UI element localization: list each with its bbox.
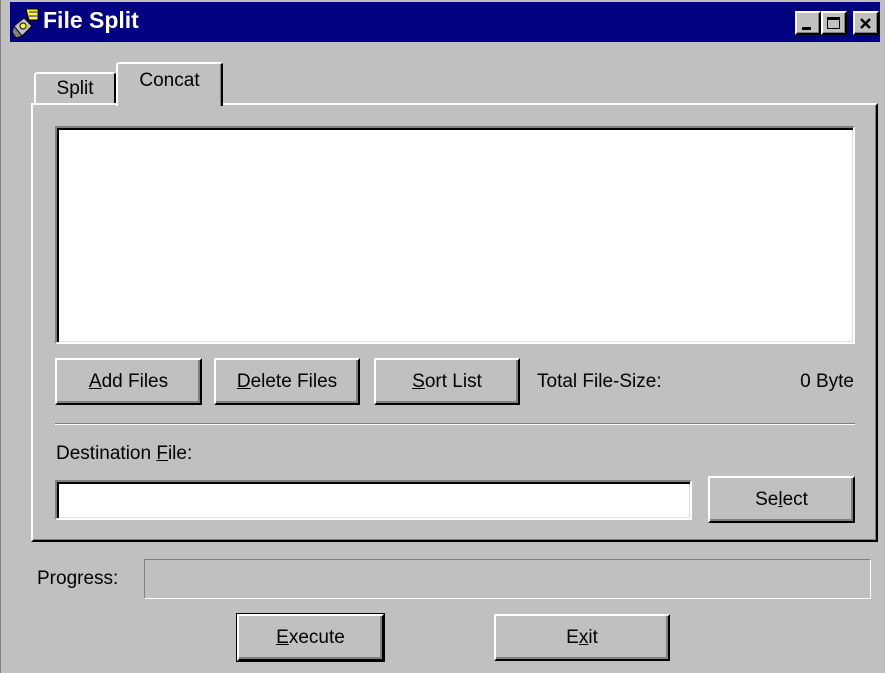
exit-label: Exit xyxy=(566,626,598,648)
destination-file-input[interactable] xyxy=(55,480,692,520)
file-list[interactable] xyxy=(55,126,855,344)
destination-file-label: Destination File: xyxy=(56,443,193,464)
progress-bar xyxy=(144,559,871,599)
close-icon xyxy=(860,18,871,29)
close-button[interactable] xyxy=(853,11,879,35)
tab-concat[interactable]: Concat xyxy=(116,62,223,106)
sort-list-label: Sort List xyxy=(412,370,482,392)
delete-files-button[interactable]: Delete Files xyxy=(214,358,360,405)
add-files-button[interactable]: Add Files xyxy=(55,358,202,405)
minimize-icon xyxy=(802,27,811,30)
progress-label: Progress: xyxy=(37,568,119,589)
select-label: Select xyxy=(755,488,808,510)
minimize-button[interactable] xyxy=(795,11,821,35)
execute-label: Execute xyxy=(276,626,345,648)
concat-tab-panel: Add Files Delete Files Sort List Total F… xyxy=(31,103,878,542)
delete-files-label: Delete Files xyxy=(236,370,338,392)
maximize-icon xyxy=(827,17,840,29)
total-file-size-value: 0 Byte xyxy=(800,371,854,392)
tab-split[interactable]: Split xyxy=(34,72,116,104)
window-title: File Split xyxy=(43,7,139,33)
exit-button[interactable]: Exit xyxy=(494,614,670,661)
execute-button[interactable]: Execute xyxy=(236,613,385,662)
file-split-window: File Split Split Concat Add Files Delete… xyxy=(0,0,885,673)
title-bar[interactable]: File Split xyxy=(10,2,880,42)
add-files-label: Add Files xyxy=(88,370,169,392)
total-file-size-label: Total File-Size: xyxy=(537,371,662,392)
tab-split-label: Split xyxy=(56,78,94,99)
separator-highlight xyxy=(55,424,855,425)
sort-list-button[interactable]: Sort List xyxy=(374,358,520,405)
select-button[interactable]: Select xyxy=(708,476,855,523)
tab-concat-label: Concat xyxy=(139,70,200,91)
file-split-app-icon xyxy=(11,8,39,39)
maximize-button[interactable] xyxy=(821,11,847,35)
